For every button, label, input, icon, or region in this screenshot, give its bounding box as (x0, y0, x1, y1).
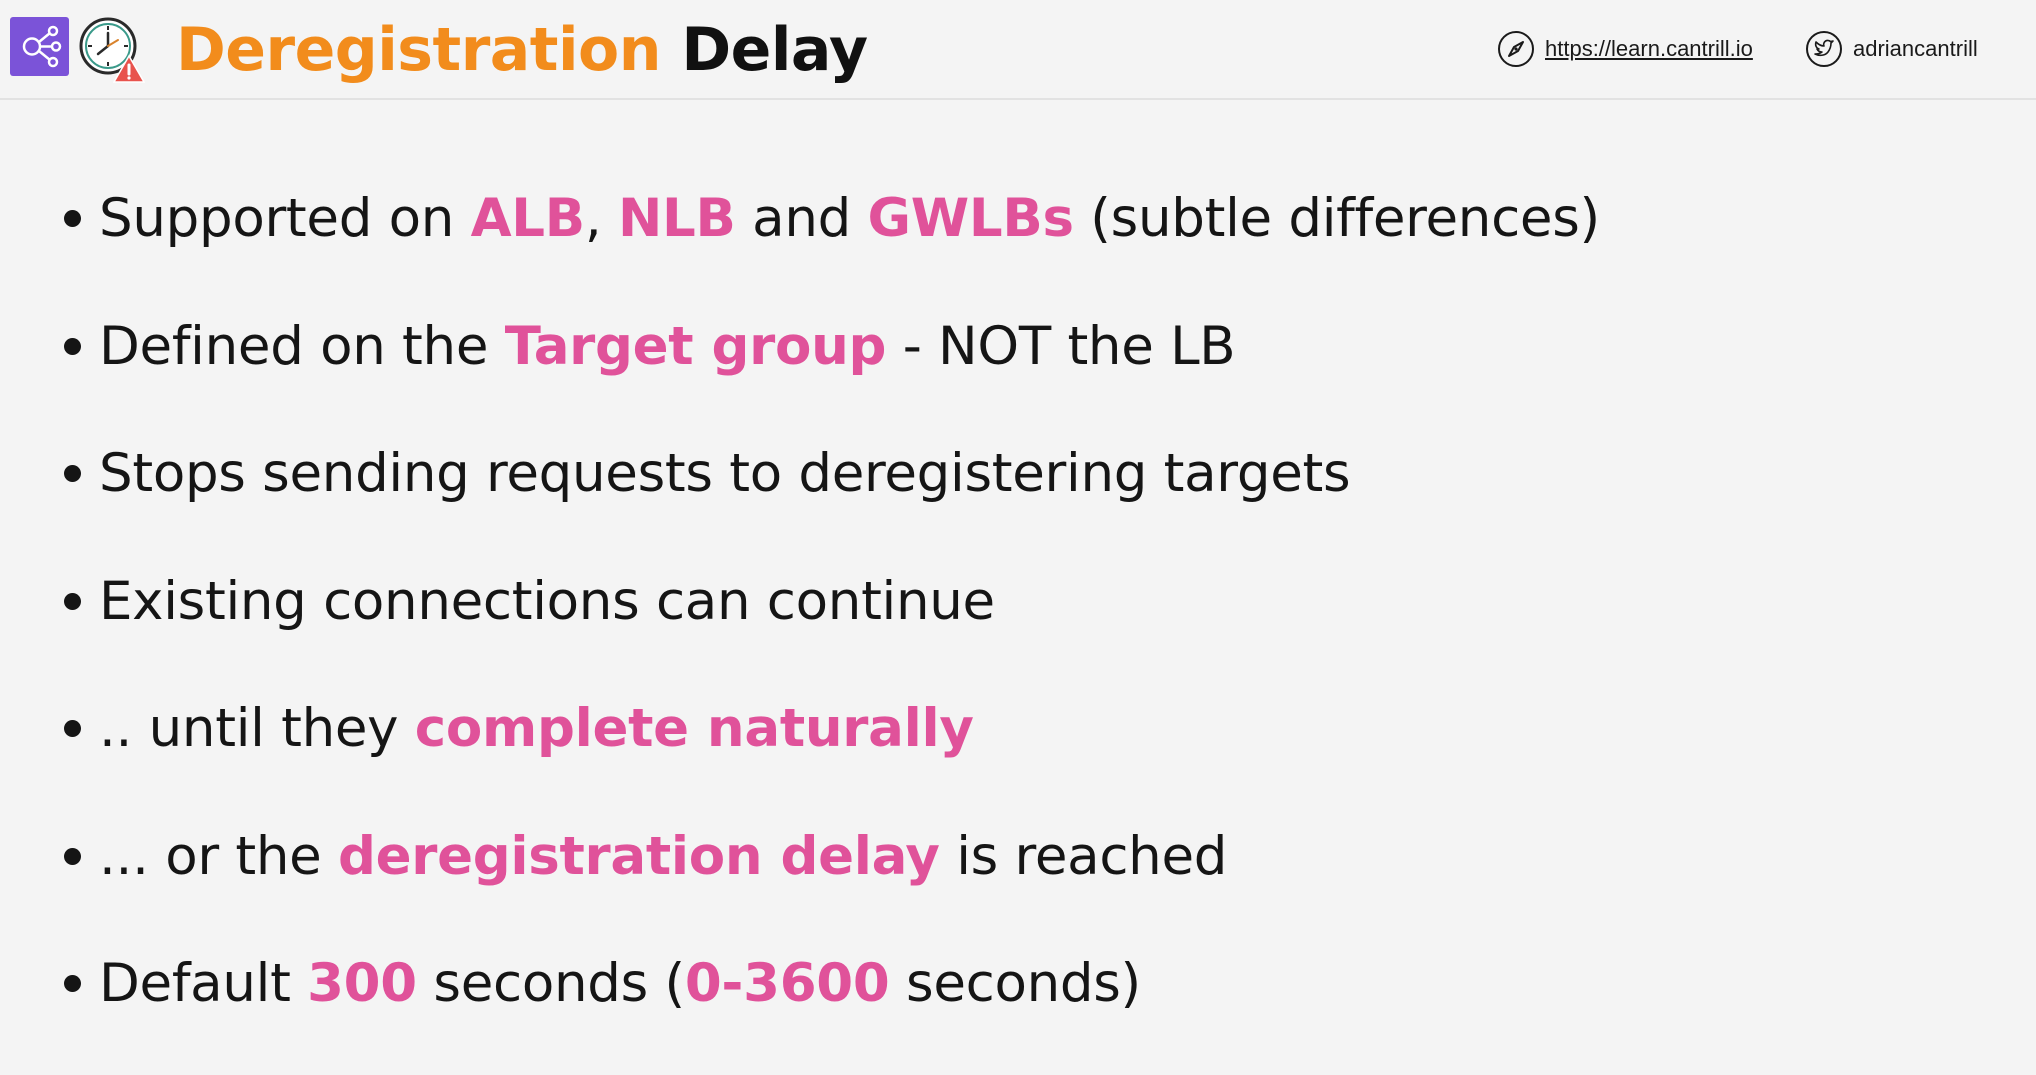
bullet-text-segment: seconds ( (416, 953, 685, 1015)
slide-header: Deregistration Delay https://learn.cantr… (0, 0, 2036, 100)
bullet-text: Default 300 seconds (0-3600 seconds) (99, 953, 1141, 1014)
bullet-text: Defined on the Target group - NOT the LB (99, 315, 1236, 377)
bullet-text-segment: seconds) (889, 953, 1141, 1015)
elastic-load-balancing-icon (10, 17, 69, 76)
bullet-text: Existing connections can continue (99, 571, 995, 632)
title-rest: Delay (681, 15, 868, 85)
bullet-text-segment: - NOT the LB (886, 315, 1236, 377)
bullet-text-segment: and (735, 188, 868, 250)
bullet-text-segment: Default (99, 953, 308, 1015)
bullet-dot (64, 337, 81, 355)
bullet-item: .. until they complete naturally (64, 665, 1600, 793)
highlighted-term: Target group (504, 315, 887, 377)
bullet-dot (64, 720, 81, 738)
twitter-icon (1806, 31, 1842, 67)
bullet-item: Defined on the Target group - NOT the LB (64, 283, 1600, 411)
website-link-text[interactable]: https://learn.cantrill.io (1545, 36, 1753, 62)
slide-title: Deregistration Delay (176, 14, 868, 86)
compass-icon (1498, 31, 1534, 67)
bullet-item: Default 300 seconds (0-3600 seconds) (64, 920, 1600, 1048)
bullet-text-segment: (subtle differences) (1073, 188, 1600, 250)
bullet-item: Existing connections can continue (64, 538, 1600, 666)
bullet-text-segment: Supported on (99, 188, 471, 250)
website-link[interactable]: https://learn.cantrill.io (1497, 28, 1753, 70)
bullet-text-segment: is reached (939, 825, 1228, 887)
bullet-text: Supported on ALB, NLB and GWLBs (subtle … (99, 188, 1600, 249)
highlighted-term: NLB (617, 188, 736, 250)
bullet-text: .. until they complete naturally (99, 698, 974, 759)
highlighted-term: deregistration delay (337, 825, 940, 887)
bullet-item: ... or the deregistration delay is reach… (64, 793, 1600, 921)
bullet-dot (64, 592, 81, 610)
title-accent: Deregistration (176, 15, 661, 85)
bullet-text-segment: , (584, 188, 618, 250)
highlighted-term: ALB (470, 188, 586, 250)
bullet-text: ... or the deregistration delay is reach… (99, 826, 1227, 887)
highlighted-term: GWLBs (867, 188, 1074, 250)
bullet-dot (64, 975, 81, 993)
highlighted-term: 300 (307, 953, 417, 1015)
bullet-text: Stops sending requests to deregistering … (99, 443, 1351, 505)
highlighted-term: 0-3600 (684, 953, 890, 1015)
bullet-text-segment: ... or the (99, 825, 338, 887)
bullet-text-segment: .. until they (99, 698, 415, 760)
bullet-dot (64, 465, 81, 483)
bullet-list: Supported on ALB, NLB and GWLBs (subtle … (64, 155, 1600, 1048)
bullet-text-segment: Defined on the (99, 315, 505, 377)
bullet-text-segment: Existing connections can continue (99, 570, 995, 632)
bullet-dot (64, 210, 81, 228)
clock-warning-icon (78, 16, 146, 84)
bullet-dot (64, 847, 81, 865)
twitter-handle[interactable]: adriancantrill (1805, 28, 1978, 70)
highlighted-term: complete naturally (414, 698, 974, 760)
bullet-item: Supported on ALB, NLB and GWLBs (subtle … (64, 155, 1600, 283)
bullet-item: Stops sending requests to deregistering … (64, 410, 1600, 538)
bullet-text-segment: Stops sending requests to deregistering … (99, 443, 1351, 505)
twitter-handle-text[interactable]: adriancantrill (1853, 36, 1978, 62)
